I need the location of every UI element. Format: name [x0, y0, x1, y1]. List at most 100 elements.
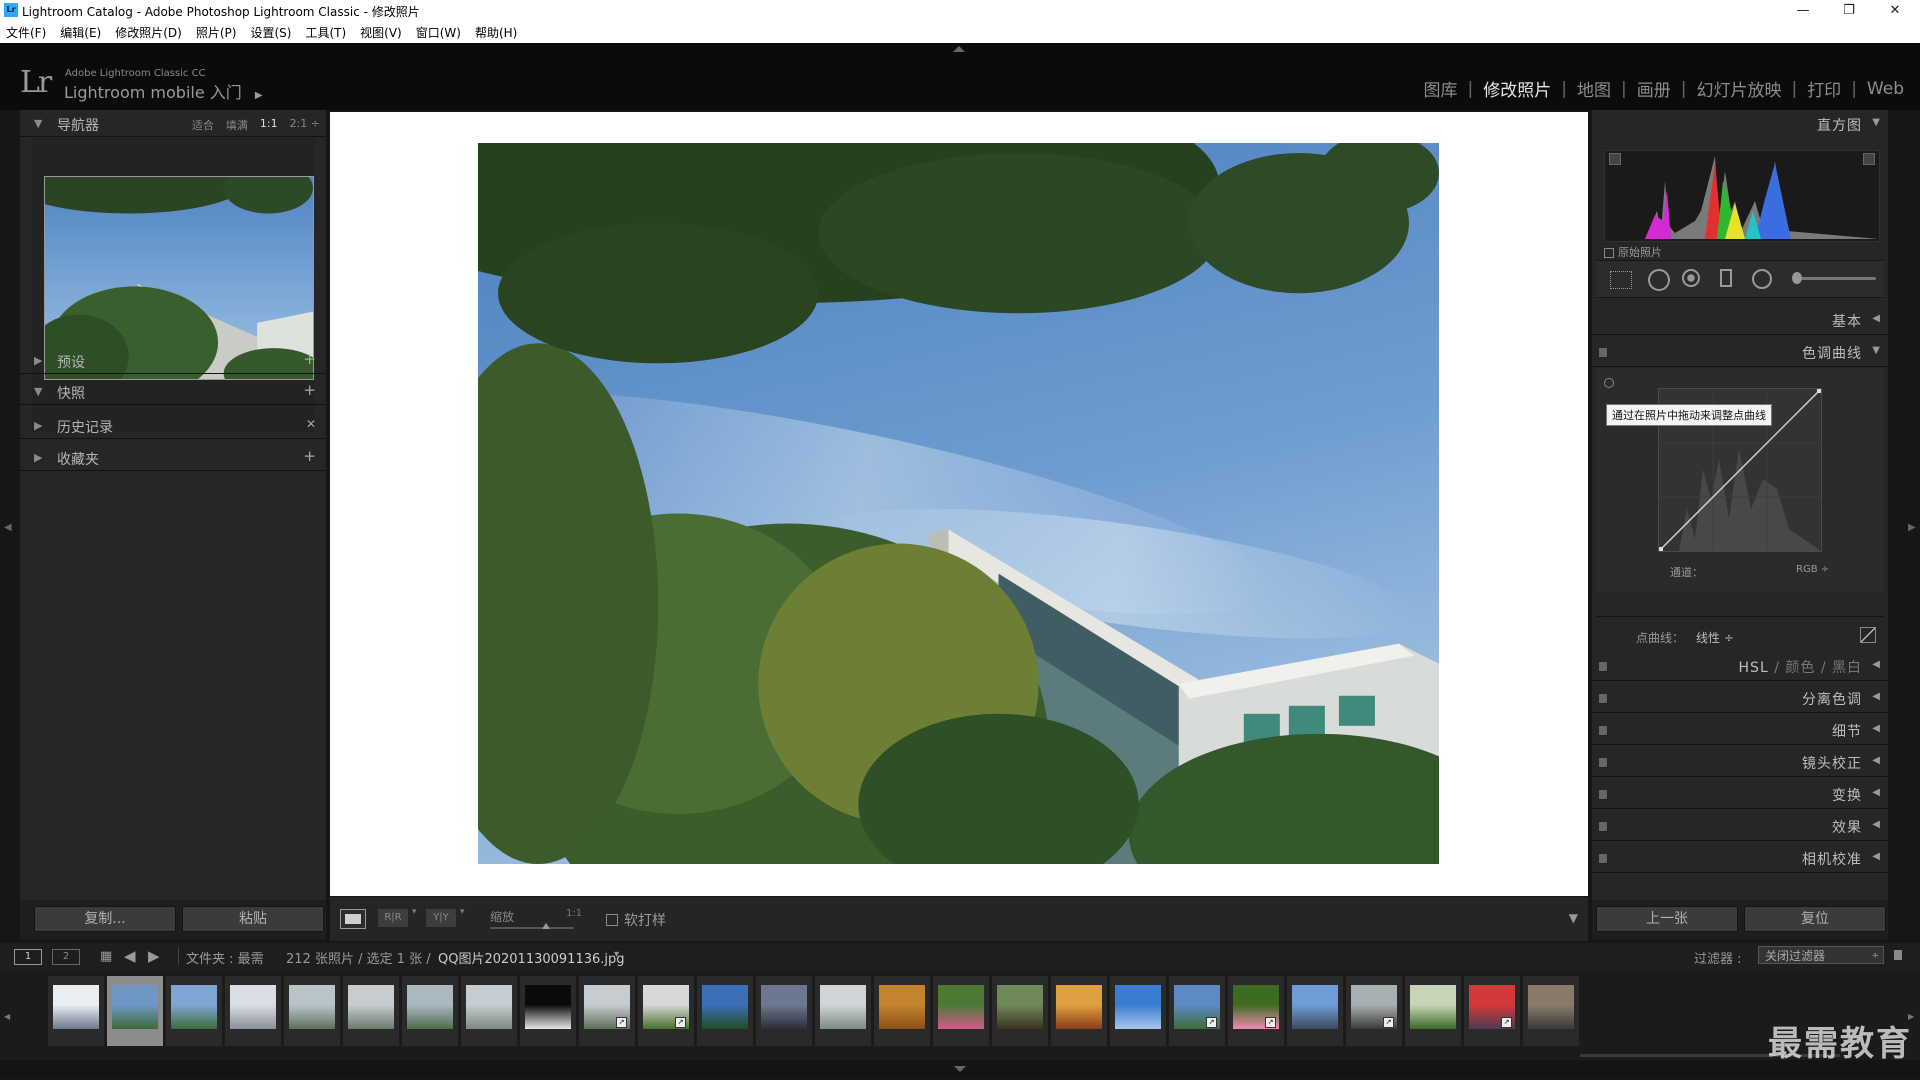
right-panel-toggle-icon[interactable]: ▶	[1908, 522, 1916, 533]
soft-proof-checkbox[interactable]	[606, 914, 618, 926]
menu-item[interactable]: 修改照片(D)	[115, 24, 182, 41]
filter-lock-icon[interactable]	[1894, 950, 1902, 960]
loupe-view-button[interactable]	[340, 909, 366, 929]
module-tab[interactable]: 打印	[1807, 76, 1841, 101]
histogram[interactable]	[1604, 150, 1880, 242]
filmstrip-thumbnail[interactable]	[461, 976, 517, 1046]
panel-toggle-switch-icon[interactable]	[1598, 661, 1608, 672]
tone-curve-header[interactable]: 色调曲线 ▼	[1592, 338, 1888, 367]
before-after-top-bottom-button[interactable]: Y|Y	[426, 909, 456, 927]
panel-toggle-switch-icon[interactable]	[1598, 853, 1608, 864]
module-tab[interactable]: 图库	[1424, 76, 1458, 101]
filmstrip-thumbnail[interactable]: ↗	[1346, 976, 1402, 1046]
filmstrip-thumbnail[interactable]	[697, 976, 753, 1046]
navigator-zoom-option[interactable]: 1:1	[260, 117, 278, 133]
channel-select[interactable]: RGB ÷	[1796, 564, 1829, 575]
filmstrip-thumbnail[interactable]	[1110, 976, 1166, 1046]
filmstrip-thumbnail[interactable]	[343, 976, 399, 1046]
main-photo[interactable]	[478, 143, 1439, 864]
collections-header[interactable]: ▶ 收藏夹 +	[20, 444, 326, 471]
graduated-filter-icon[interactable]	[1720, 269, 1732, 287]
main-window-button[interactable]: 1	[14, 949, 42, 965]
snapshots-header[interactable]: ▼ 快照 +	[20, 378, 326, 405]
restore-button[interactable]: ❐	[1826, 0, 1872, 21]
paste-settings-button[interactable]: 粘贴	[182, 906, 324, 932]
copy-settings-button[interactable]: 复制...	[34, 906, 176, 932]
history-header[interactable]: ▶ 历史记录 ✕	[20, 412, 326, 439]
dropdown-arrow-icon[interactable]: ▾	[460, 907, 465, 917]
filmstrip-thumbnail[interactable]: ↗	[1169, 976, 1225, 1046]
filmstrip-thumbnail[interactable]	[874, 976, 930, 1046]
clear-history-icon[interactable]: ✕	[306, 417, 316, 431]
back-arrow-icon[interactable]: ◀	[124, 947, 136, 965]
navigator-zoom-option[interactable]: 适合	[192, 117, 214, 133]
menu-item[interactable]: 工具(T)	[305, 24, 346, 41]
original-photo-checkbox[interactable]	[1604, 248, 1614, 258]
filmstrip-thumbnail[interactable]	[815, 976, 871, 1046]
filmstrip-thumbnail[interactable]: ↗	[579, 976, 635, 1046]
red-eye-icon[interactable]	[1682, 269, 1700, 287]
edit-point-curve-icon[interactable]	[1860, 627, 1876, 643]
filmstrip-thumbnail[interactable]	[520, 976, 576, 1046]
module-tab[interactable]: 地图	[1577, 76, 1611, 101]
scroll-left-icon[interactable]: ◀	[4, 1012, 10, 1021]
reset-button[interactable]: 复位	[1744, 906, 1886, 932]
menu-item[interactable]: 窗口(W)	[416, 24, 461, 41]
top-panel-toggle-icon[interactable]	[953, 46, 965, 52]
module-tab[interactable]: 幻灯片放映	[1696, 76, 1781, 101]
shadow-clipping-icon[interactable]	[1609, 153, 1621, 165]
crop-overlay-icon[interactable]	[1610, 271, 1632, 289]
basic-header[interactable]: 基本 ◀	[1592, 306, 1888, 335]
filmstrip-thumbnail[interactable]	[1051, 976, 1107, 1046]
lens-correction-header[interactable]: 镜头校正 ◀	[1592, 748, 1888, 777]
filmstrip-thumbnail[interactable]	[225, 976, 281, 1046]
filter-select[interactable]: 关闭过滤器 ÷	[1758, 946, 1884, 964]
menu-item[interactable]: 文件(F)	[6, 24, 46, 41]
panel-toggle-switch-icon[interactable]	[1598, 347, 1608, 358]
spot-removal-icon[interactable]	[1648, 269, 1670, 291]
adjustment-brush-icon[interactable]	[1792, 272, 1876, 284]
panel-toggle-switch-icon[interactable]	[1598, 693, 1608, 704]
navigator-zoom-option[interactable]: 2:1 ÷	[290, 117, 320, 133]
filmstrip-thumbnail[interactable]	[1287, 976, 1343, 1046]
navigator-header[interactable]: ▼ 导航器 适合 填满 1:1 2:1 ÷	[20, 110, 326, 137]
point-curve-select[interactable]: 线性 ÷	[1696, 629, 1734, 646]
filmstrip-thumbnail[interactable]	[402, 976, 458, 1046]
toolbar-menu-chevron-down-icon[interactable]: ▼	[1569, 911, 1578, 925]
navigator-zoom-option[interactable]: 填满	[226, 117, 248, 133]
effects-header[interactable]: 效果 ◀	[1592, 812, 1888, 841]
filmstrip-thumbnail[interactable]: ↗	[638, 976, 694, 1046]
source-label[interactable]: 文件夹 : 最需	[186, 948, 264, 967]
filmstrip-thumbnail[interactable]	[1405, 976, 1461, 1046]
filmstrip-thumbnail[interactable]	[166, 976, 222, 1046]
panel-toggle-switch-icon[interactable]	[1598, 757, 1608, 768]
secondary-window-button[interactable]: 2	[52, 949, 80, 965]
panel-toggle-switch-icon[interactable]	[1598, 821, 1608, 832]
filmstrip-thumbnail[interactable]: ↗	[1228, 976, 1284, 1046]
filmstrip-thumbnail[interactable]	[756, 976, 812, 1046]
color-tab[interactable]: 颜色	[1785, 660, 1815, 676]
module-tab[interactable]: Web	[1867, 79, 1904, 99]
filename-dropdown-icon[interactable]: ▾	[614, 949, 619, 960]
current-filename[interactable]: QQ图片20201130091136.jpg	[438, 948, 625, 967]
dropdown-arrow-icon[interactable]: ▾	[412, 907, 417, 917]
module-tab[interactable]: 画册	[1637, 76, 1671, 101]
split-toning-header[interactable]: 分离色调 ◀	[1592, 684, 1888, 713]
filmstrip-thumbnail[interactable]	[1523, 976, 1579, 1046]
panel-toggle-switch-icon[interactable]	[1598, 789, 1608, 800]
targeted-adjustment-icon[interactable]	[1604, 378, 1614, 388]
zoom-slider-handle-icon[interactable]	[542, 923, 550, 929]
detail-header[interactable]: 细节 ◀	[1592, 716, 1888, 745]
close-button[interactable]: ✕	[1872, 0, 1918, 21]
filmstrip-thumbnail[interactable]: ↗	[1464, 976, 1520, 1046]
grid-view-icon[interactable]: ▦	[100, 949, 112, 964]
before-after-left-right-button[interactable]: R|R	[378, 909, 408, 927]
menu-item[interactable]: 照片(P)	[196, 24, 237, 41]
left-panel-toggle-icon[interactable]: ◀	[4, 522, 12, 533]
histogram-header[interactable]: 直方图 ▼	[1592, 110, 1888, 138]
module-tab[interactable]: 修改照片	[1483, 76, 1551, 101]
add-collection-icon[interactable]: +	[303, 447, 316, 465]
presets-header[interactable]: ▶ 预设 +	[20, 347, 326, 374]
calibration-header[interactable]: 相机校准 ◀	[1592, 844, 1888, 873]
menu-item[interactable]: 编辑(E)	[60, 24, 101, 41]
